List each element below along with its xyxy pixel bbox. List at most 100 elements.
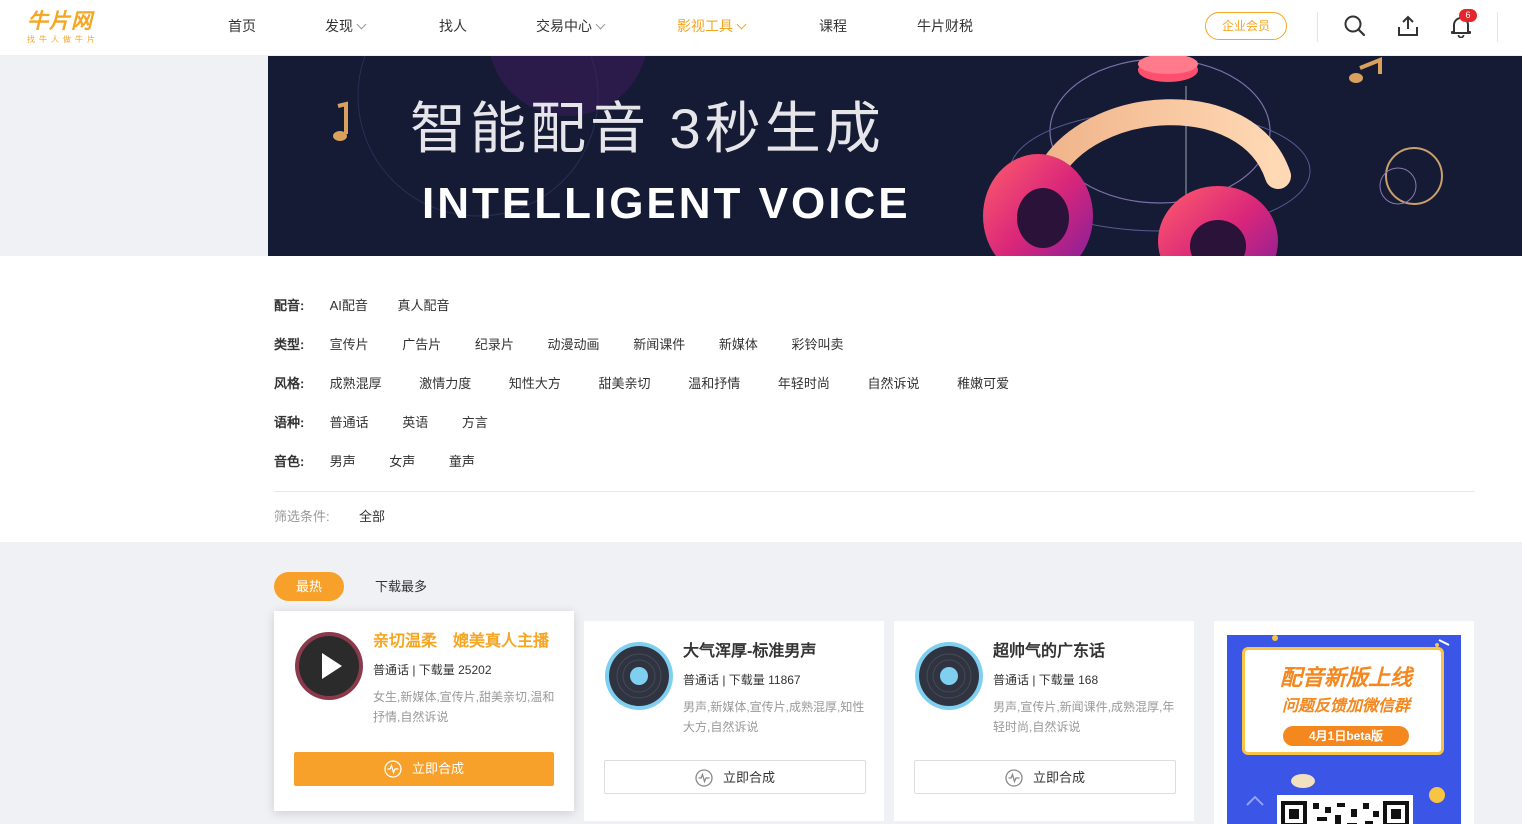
voice-meta: 普通话 | 下载量 25202 — [373, 663, 492, 677]
nav-item-finance-tax[interactable]: 牛片财税 — [917, 17, 973, 35]
nav-label: 课程 — [819, 18, 847, 34]
filter-option[interactable]: 稚嫩可爱 — [957, 374, 1009, 394]
tab-hottest[interactable]: 最热 — [274, 572, 344, 601]
nav-label: 交易中心 — [536, 18, 592, 34]
filter-option[interactable]: 甜美亲切 — [599, 374, 651, 394]
filter-option[interactable]: 普通话 — [330, 413, 369, 433]
nav-label: 首页 — [228, 18, 256, 34]
chevron-down-icon — [736, 19, 747, 30]
filter-row-language: 语种: 普通话 英语 方言 — [274, 413, 514, 433]
play-icon[interactable] — [294, 631, 364, 701]
filter-row-style: 风格: 成熟混厚 激情力度 知性大方 甜美亲切 温和抒情 年轻时尚 自然诉说 稚… — [274, 374, 1035, 394]
synthesize-label: 立即合成 — [722, 770, 775, 785]
voice-title: 超帅气的广东话 — [993, 643, 1106, 660]
top-navbar: 牛片网 找牛人做牛片 首页 发现 找人 交易中心 影视工具 课程 牛片财税 企业… — [0, 0, 1522, 56]
promo-subtitle: 问题反馈加微信群 — [1281, 698, 1410, 715]
filter-option[interactable]: 新闻课件 — [633, 335, 685, 355]
filter-option[interactable]: 宣传片 — [330, 335, 369, 355]
chevron-down-icon — [595, 19, 606, 30]
promo-version-pill: 4月1日beta版 — [1283, 726, 1409, 746]
voice-title: 亲切温柔 媲美真人主播 — [373, 633, 550, 650]
filter-option[interactable]: 彩铃叫卖 — [791, 335, 843, 355]
filter-option[interactable]: 动漫动画 — [548, 335, 600, 355]
vinyl-disc-icon[interactable] — [604, 641, 674, 711]
waveform-icon — [1005, 768, 1023, 787]
filter-option[interactable]: 温和抒情 — [688, 374, 740, 394]
filter-option[interactable]: 激情力度 — [419, 374, 471, 394]
filter-label: 类型: — [274, 337, 305, 352]
waveform-icon — [384, 759, 402, 778]
vinyl-disc-icon[interactable] — [914, 641, 984, 711]
filter-condition-value: 全部 — [359, 509, 386, 524]
nav-item-video-tools[interactable]: 影视工具 — [677, 17, 747, 35]
promo-title: 配音新版上线 — [1279, 665, 1412, 690]
notification-badge: 6 — [1459, 9, 1477, 22]
filter-option[interactable]: 成熟混厚 — [330, 374, 382, 394]
nav-label: 影视工具 — [677, 18, 733, 34]
promo-banner[interactable]: 配音新版上线 问题反馈加微信群 4月1日beta版 — [1227, 635, 1461, 824]
logo-text: 牛片网 — [27, 10, 93, 33]
nav-item-trade-center[interactable]: 交易中心 — [536, 17, 606, 35]
filter-option[interactable]: 知性大方 — [509, 374, 561, 394]
nav-label: 找人 — [439, 18, 467, 34]
waveform-icon — [695, 768, 713, 787]
filter-option[interactable]: 童声 — [449, 452, 475, 472]
nav-label: 牛片财税 — [917, 18, 973, 34]
filter-label: 风格: — [274, 376, 305, 391]
nav-item-courses[interactable]: 课程 — [819, 17, 847, 35]
filter-divider — [274, 491, 1474, 492]
chevron-down-icon — [356, 19, 367, 30]
voice-tags: 男声,新媒体,宣传片,成熟混厚,知性大方,自然诉说 — [683, 700, 865, 734]
voice-tags: 女生,新媒体,宣传片,甜美亲切,温和抒情,自然诉说 — [373, 690, 555, 724]
filter-option[interactable]: 广告片 — [402, 335, 441, 355]
voice-tags: 男声,宣传片,新闻课件,成熟混厚,年轻时尚,自然诉说 — [993, 700, 1175, 734]
voice-card[interactable]: 大气浑厚-标准男声 普通话 | 下载量 11867 男声,新媒体,宣传片,成熟混… — [584, 621, 884, 821]
filter-row-dubbing: 配音: AI配音 真人配音 — [274, 296, 476, 316]
filter-option[interactable]: 方言 — [462, 413, 488, 433]
filter-option[interactable]: 纪录片 — [475, 335, 514, 355]
tab-most-downloads[interactable]: 下载最多 — [375, 572, 427, 601]
nav-item-discover[interactable]: 发现 — [325, 17, 367, 35]
voice-meta: 普通话 | 下载量 11867 — [683, 673, 801, 687]
synthesize-label: 立即合成 — [411, 761, 464, 776]
upload-icon[interactable] — [1396, 14, 1420, 38]
filter-option[interactable]: 英语 — [402, 413, 428, 433]
nav-item-find-people[interactable]: 找人 — [439, 17, 467, 35]
filter-option[interactable]: AI配音 — [330, 296, 368, 316]
qr-code-image — [1281, 801, 1409, 824]
filter-option[interactable]: 女声 — [389, 452, 415, 472]
synthesize-button[interactable]: 立即合成 — [604, 760, 866, 794]
banner-subtitle: INTELLIGENT VOICE — [422, 179, 911, 228]
synthesize-label: 立即合成 — [1032, 770, 1085, 785]
voice-card[interactable]: 亲切温柔 媲美真人主播 普通话 | 下载量 25202 女生,新媒体,宣传片,甜… — [274, 611, 574, 811]
voice-title: 大气浑厚-标准男声 — [683, 643, 817, 660]
enterprise-vip-button[interactable]: 企业会员 — [1205, 12, 1287, 40]
qr-code — [1277, 795, 1413, 824]
synthesize-button[interactable]: 立即合成 — [914, 760, 1176, 794]
promo-card[interactable]: 配音新版上线 问题反馈加微信群 4月1日beta版 — [1214, 621, 1474, 824]
filter-option[interactable]: 男声 — [330, 452, 356, 472]
header-divider — [1497, 12, 1498, 42]
filter-row-timbre: 音色: 男声 女声 童声 — [274, 452, 501, 472]
filter-condition-label: 筛选条件: — [274, 509, 330, 524]
filter-label: 配音: — [274, 298, 305, 313]
site-logo[interactable]: 牛片网 找牛人做牛片 — [27, 10, 127, 48]
logo-tagline: 找牛人做牛片 — [27, 35, 99, 44]
header-divider — [1317, 12, 1318, 42]
filter-label: 语种: — [274, 415, 305, 430]
nav-label: 发现 — [325, 18, 353, 34]
filter-option[interactable]: 自然诉说 — [867, 374, 919, 394]
filter-option[interactable]: 年轻时尚 — [778, 374, 830, 394]
promo-board: 配音新版上线 问题反馈加微信群 4月1日beta版 — [1242, 647, 1444, 755]
search-icon[interactable] — [1343, 14, 1367, 38]
filter-option[interactable]: 真人配音 — [398, 296, 450, 316]
filter-option[interactable]: 新媒体 — [719, 335, 758, 355]
synthesize-button[interactable]: 立即合成 — [294, 752, 554, 786]
voice-meta: 普通话 | 下载量 168 — [993, 673, 1099, 687]
filter-label: 音色: — [274, 454, 305, 469]
voice-card[interactable]: 超帅气的广东话 普通话 | 下载量 168 男声,宣传片,新闻课件,成熟混厚,年… — [894, 621, 1194, 821]
filter-row-type: 类型: 宣传片 广告片 纪录片 动漫动画 新闻课件 新媒体 彩铃叫卖 — [274, 335, 869, 355]
nav-item-home[interactable]: 首页 — [228, 17, 256, 35]
banner-title: 智能配音 3秒生成 — [410, 97, 885, 160]
filter-panel: 配音: AI配音 真人配音 类型: 宣传片 广告片 纪录片 动漫动画 新闻课件 … — [0, 256, 1522, 542]
